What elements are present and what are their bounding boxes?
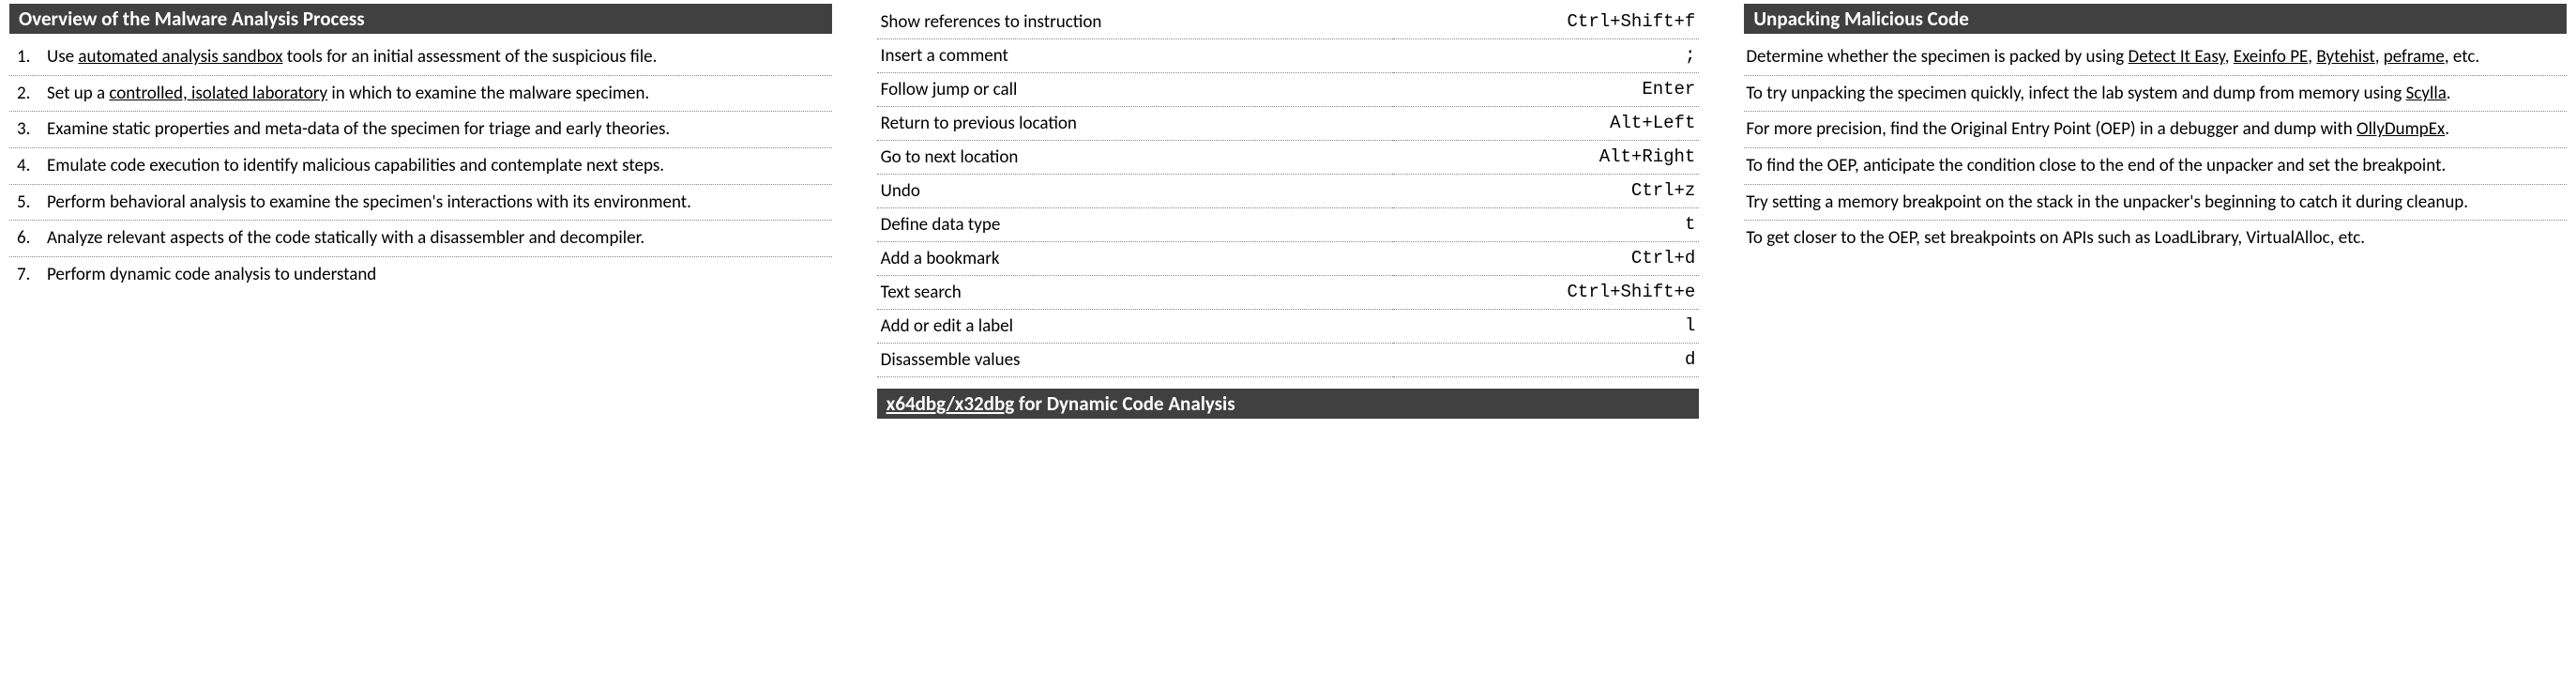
shortcut-desc: Go to next location <box>877 141 1393 175</box>
link-ollydumpex[interactable]: OllyDumpEx <box>2356 118 2445 140</box>
shortcut-desc: Define data type <box>877 208 1393 242</box>
shortcut-row: Text searchCtrl+Shift+e <box>877 276 1700 310</box>
shortcut-row: Go to next locationAlt+Right <box>877 141 1700 175</box>
shortcut-key: Enter <box>1393 73 1700 107</box>
shortcut-row: Add or edit a labell <box>877 310 1700 344</box>
shortcut-row: Disassemble valuesd <box>877 344 1700 377</box>
shortcut-key: d <box>1393 344 1700 377</box>
shortcut-desc: Show references to instruction <box>877 6 1393 39</box>
link-peframe[interactable]: peframe <box>2384 46 2445 68</box>
x64dbg-heading: x64dbg/x32dbg for Dynamic Code Analysis <box>877 389 1700 419</box>
shortcut-key: l <box>1393 310 1700 344</box>
unpacking-heading: Unpacking Malicious Code <box>1744 4 2567 34</box>
shortcut-key: Ctrl+Shift+e <box>1393 276 1700 310</box>
column-overview: Overview of the Malware Analysis Process… <box>9 4 832 424</box>
list-item: Use automated analysis sandbox tools for… <box>9 39 832 76</box>
shortcut-desc: Add a bookmark <box>877 242 1393 276</box>
unpacking-paragraphs: Determine whether the specimen is packed… <box>1744 39 2567 256</box>
column-unpacking: Unpacking Malicious Code Determine wheth… <box>1744 4 2567 424</box>
paragraph: Determine whether the specimen is packed… <box>1744 39 2567 76</box>
column-shortcuts: Show references to instructionCtrl+Shift… <box>877 4 1700 424</box>
shortcut-key: Ctrl+z <box>1393 175 1700 208</box>
shortcut-key: ; <box>1393 39 1700 73</box>
shortcut-key: t <box>1393 208 1700 242</box>
shortcut-desc: Return to previous location <box>877 107 1393 141</box>
shortcut-row: Define data typet <box>877 208 1700 242</box>
link-x64dbg[interactable]: x64dbg/x32dbg <box>886 391 1015 416</box>
shortcut-desc: Disassemble values <box>877 344 1393 377</box>
shortcut-key: Ctrl+d <box>1393 242 1700 276</box>
link-exeinfo-pe[interactable]: Exeinfo PE <box>2234 46 2309 68</box>
link-bytehist[interactable]: Bytehist <box>2316 46 2374 68</box>
shortcut-desc: Insert a comment <box>877 39 1393 73</box>
shortcut-desc: Add or edit a label <box>877 310 1393 344</box>
paragraph: To get closer to the OEP, set breakpoint… <box>1744 221 2567 256</box>
link-laboratory[interactable]: controlled, isolated laboratory <box>109 83 327 104</box>
list-item: Perform behavioral analysis to examine t… <box>9 185 832 222</box>
list-item: Perform dynamic code analysis to underst… <box>9 257 832 293</box>
paragraph: Try setting a memory breakpoint on the s… <box>1744 185 2567 222</box>
shortcut-row: UndoCtrl+z <box>877 175 1700 208</box>
shortcut-table: Show references to instructionCtrl+Shift… <box>877 6 1700 377</box>
shortcut-key: Alt+Left <box>1393 107 1700 141</box>
list-item: Examine static properties and meta-data … <box>9 112 832 148</box>
shortcut-row: Follow jump or callEnter <box>877 73 1700 107</box>
overview-list: Use automated analysis sandbox tools for… <box>9 39 832 292</box>
shortcut-desc: Follow jump or call <box>877 73 1393 107</box>
list-item: Analyze relevant aspects of the code sta… <box>9 221 832 257</box>
shortcut-desc: Undo <box>877 175 1393 208</box>
overview-heading: Overview of the Malware Analysis Process <box>9 4 832 34</box>
paragraph: To find the OEP, anticipate the conditio… <box>1744 148 2567 185</box>
shortcut-row: Show references to instructionCtrl+Shift… <box>877 6 1700 39</box>
shortcut-key: Ctrl+Shift+f <box>1393 6 1700 39</box>
shortcut-row: Add a bookmarkCtrl+d <box>877 242 1700 276</box>
list-item: Set up a controlled, isolated laboratory… <box>9 76 832 113</box>
paragraph: For more precision, find the Original En… <box>1744 112 2567 148</box>
shortcut-row: Return to previous locationAlt+Left <box>877 107 1700 141</box>
paragraph: To try unpacking the specimen quickly, i… <box>1744 76 2567 113</box>
shortcut-row: Insert a comment; <box>877 39 1700 73</box>
shortcut-key: Alt+Right <box>1393 141 1700 175</box>
link-sandbox[interactable]: automated analysis sandbox <box>78 46 282 68</box>
list-item: Emulate code execution to identify malic… <box>9 148 832 185</box>
link-detect-it-easy[interactable]: Detect It Easy <box>2129 46 2225 68</box>
shortcut-desc: Text search <box>877 276 1393 310</box>
link-scylla[interactable]: Scylla <box>2406 83 2447 104</box>
